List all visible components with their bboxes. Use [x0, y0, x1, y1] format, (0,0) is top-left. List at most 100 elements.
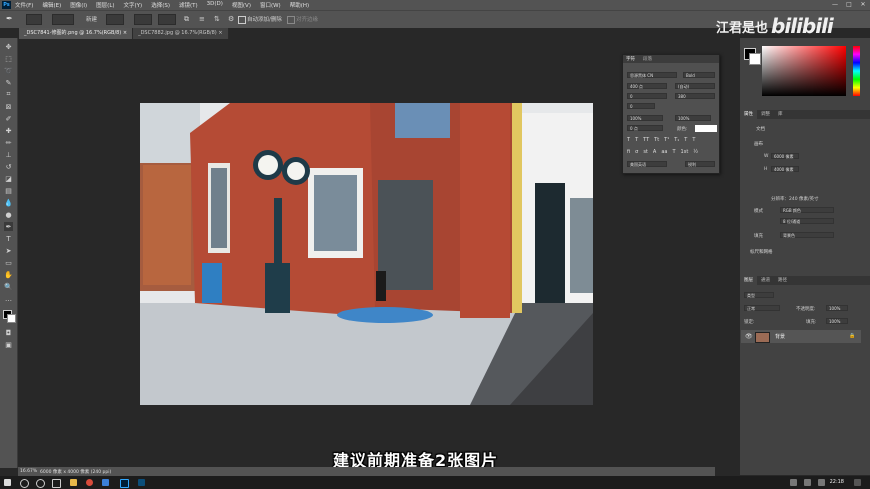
move-tool-icon[interactable]: ✥	[4, 42, 13, 51]
tab-libraries[interactable]: 库	[774, 110, 787, 119]
opacity-field[interactable]: 100%	[826, 305, 848, 311]
strikethrough-button[interactable]: T	[692, 137, 695, 143]
menu-item-8[interactable]: 视图(V)	[232, 1, 251, 9]
frame-tool-icon[interactable]: ⊠	[4, 102, 13, 111]
gradient-tool-icon[interactable]: ▤	[4, 186, 13, 195]
oldstyle-button[interactable]: σ	[635, 149, 638, 155]
pen-tool-icon[interactable]: ✒	[4, 222, 13, 231]
volume-icon[interactable]	[818, 479, 825, 486]
system-clock[interactable]: 22:18	[830, 479, 844, 485]
layer-filter-select[interactable]: 类型	[744, 292, 774, 298]
tool-mode-select[interactable]	[26, 14, 42, 25]
tracking-field[interactable]: 380	[675, 93, 715, 99]
rulers-grid-section-label[interactable]: 标尺和网格	[750, 249, 773, 255]
marquee-tool-icon[interactable]: ⬚	[4, 54, 13, 63]
subscript-button[interactable]: T₁	[674, 137, 679, 143]
path-selection-tool-icon[interactable]: ➤	[4, 246, 13, 255]
menu-item-7[interactable]: 3D(D)	[207, 1, 223, 9]
menu-item-3[interactable]: 图层(L)	[96, 1, 114, 9]
horizontal-scale-field[interactable]: 100%	[675, 115, 711, 121]
eraser-tool-icon[interactable]: ◪	[4, 174, 13, 183]
fraction-button[interactable]: 1st	[681, 149, 689, 155]
document-info[interactable]: 6000 像素 x 4000 像素 (240 ppi)	[40, 469, 111, 475]
align-edges-checkbox[interactable]	[287, 16, 295, 24]
file-explorer-icon[interactable]	[70, 479, 77, 486]
tab-paragraph[interactable]: 段落	[643, 56, 652, 62]
menu-item-5[interactable]: 选择(S)	[151, 1, 170, 9]
windows-start-icon[interactable]	[4, 479, 11, 486]
quick-mask-icon[interactable]: ◘	[4, 328, 13, 337]
eyedropper-tool-icon[interactable]: ✐	[4, 114, 13, 123]
auto-add-delete-checkbox[interactable]	[238, 16, 246, 24]
small-caps-button[interactable]: Tt	[654, 137, 659, 143]
cortana-icon[interactable]	[36, 479, 45, 488]
layer-row-background[interactable]: 👁 背景 🔒	[741, 330, 861, 343]
layer-name[interactable]: 背景	[775, 333, 785, 340]
font-size-field[interactable]: 400 点	[627, 83, 667, 89]
photoshop-taskbar-icon[interactable]	[120, 479, 129, 488]
new-shape-label[interactable]: 新建	[86, 15, 97, 23]
faux-bold-button[interactable]: T	[627, 137, 630, 143]
underline-button[interactable]: T	[684, 137, 687, 143]
quick-select-tool-icon[interactable]: ✎	[4, 78, 13, 87]
fill-opacity-field[interactable]: 100%	[826, 318, 848, 324]
swash-button[interactable]: st	[643, 149, 648, 155]
path-alignment-icon[interactable]: ≡	[199, 15, 205, 23]
path-mode-select[interactable]	[52, 14, 74, 25]
selection-button[interactable]	[106, 14, 124, 25]
network-icon[interactable]	[804, 479, 811, 486]
tab-adjustments[interactable]: 调整	[757, 110, 774, 119]
menu-item-4[interactable]: 文字(Y)	[124, 1, 143, 9]
titling-button[interactable]: aa	[661, 149, 667, 155]
background-swatch[interactable]	[749, 53, 761, 65]
brush-tool-icon[interactable]: ✏	[4, 138, 13, 147]
minimize-button[interactable]: —	[828, 0, 842, 10]
fill-select[interactable]: 背景色	[780, 232, 834, 238]
path-operations-icon[interactable]: ⧉	[184, 15, 189, 24]
eye-icon[interactable]: 👁	[745, 333, 753, 340]
lasso-tool-icon[interactable]: ➰	[4, 66, 13, 75]
pen-tool-icon[interactable]: ✒	[6, 14, 16, 23]
app-icon[interactable]	[102, 479, 109, 486]
superscript-button[interactable]: T¹	[664, 137, 669, 143]
dodge-tool-icon[interactable]: ●	[4, 210, 13, 219]
font-family-select[interactable]: 思源黑体 CN	[627, 72, 677, 78]
tracking-percent-field[interactable]: 0	[627, 103, 655, 109]
hue-slider[interactable]	[853, 46, 860, 96]
anti-alias-select[interactable]: 锐利	[685, 161, 715, 167]
path-arrangement-icon[interactable]: ⇅	[214, 15, 220, 23]
language-select[interactable]: 美国英语	[627, 161, 667, 167]
menu-item-9[interactable]: 窗口(W)	[260, 1, 281, 9]
zoom-level[interactable]: 16.67%	[20, 469, 37, 474]
close-button[interactable]: ✕	[856, 0, 870, 10]
fraction-half-button[interactable]: ½	[693, 149, 698, 155]
tab-document-1[interactable]: _DSC7841-修图的.png @ 16.7%(RGB/8) ×	[19, 28, 134, 39]
kerning-field[interactable]: 0	[627, 93, 667, 99]
width-field[interactable]: 6000 像素	[771, 153, 799, 159]
blend-mode-select[interactable]: 正常	[744, 305, 780, 311]
height-field[interactable]: 4000 像素	[771, 166, 799, 172]
ordinal-button[interactable]: T	[672, 149, 675, 155]
bit-depth-select[interactable]: 8 位/通道	[780, 218, 834, 224]
browser-icon[interactable]	[86, 479, 93, 486]
tab-layers[interactable]: 图层	[740, 276, 757, 285]
mask-button[interactable]	[134, 14, 152, 25]
healing-brush-tool-icon[interactable]: ✚	[4, 126, 13, 135]
history-brush-tool-icon[interactable]: ↺	[4, 162, 13, 171]
app-icon-2[interactable]	[138, 479, 145, 486]
search-icon[interactable]	[20, 479, 29, 488]
color-mode-select[interactable]: RGB 颜色	[780, 207, 834, 213]
baseline-shift-field[interactable]: 0 点	[627, 125, 663, 131]
blur-tool-icon[interactable]: 💧	[4, 198, 13, 207]
tab-close-icon[interactable]: ×	[218, 30, 222, 36]
menu-item-6[interactable]: 滤镜(T)	[179, 1, 198, 9]
menu-item-1[interactable]: 编辑(E)	[42, 1, 61, 9]
type-tool-icon[interactable]: T	[4, 234, 13, 243]
vertical-scale-field[interactable]: 100%	[627, 115, 663, 121]
zoom-tool-icon[interactable]: 🔍	[4, 282, 13, 291]
tray-icon[interactable]	[790, 479, 797, 486]
screen-mode-icon[interactable]: ▣	[4, 340, 13, 349]
tab-channels[interactable]: 通道	[757, 276, 774, 285]
menu-item-2[interactable]: 图像(I)	[70, 1, 87, 9]
rectangle-tool-icon[interactable]: ▭	[4, 258, 13, 267]
